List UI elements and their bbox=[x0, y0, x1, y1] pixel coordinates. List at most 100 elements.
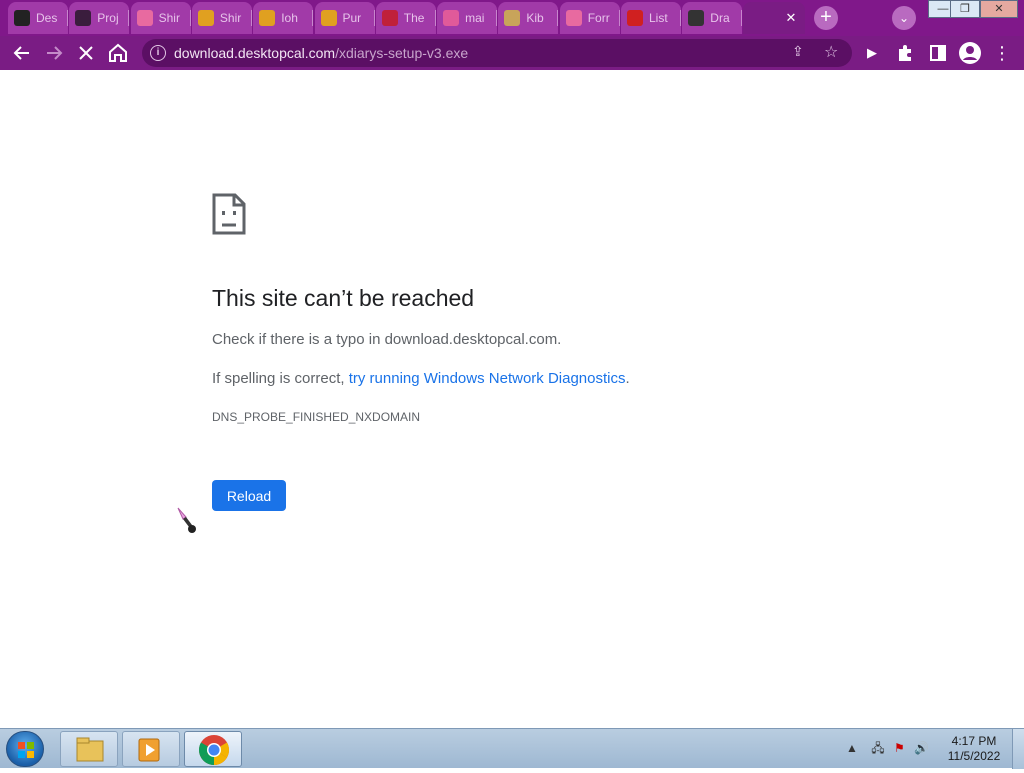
sad-page-icon bbox=[212, 193, 246, 235]
taskbar-chrome[interactable] bbox=[184, 731, 242, 767]
tab-separator bbox=[680, 10, 681, 26]
profile-avatar[interactable] bbox=[958, 41, 982, 65]
browser-tab[interactable]: List bbox=[621, 2, 681, 34]
chrome-icon bbox=[198, 735, 230, 765]
error-page: This site can’t be reached Check if ther… bbox=[0, 70, 1024, 728]
tab-separator bbox=[618, 10, 620, 26]
tab-separator bbox=[496, 10, 498, 26]
forward-arrow-icon bbox=[47, 46, 63, 60]
tab-title: Pur bbox=[342, 11, 362, 25]
reload-button[interactable]: Reload bbox=[212, 480, 286, 511]
puzzle-icon bbox=[899, 45, 911, 61]
suggestion-suffix: . bbox=[625, 370, 630, 387]
network-diagnostics-link[interactable]: try running Windows Network Diagnostics bbox=[349, 370, 626, 387]
network-icon[interactable]: 🖧 bbox=[871, 741, 884, 755]
rainbow-icon bbox=[565, 10, 582, 26]
character-icon bbox=[320, 10, 337, 26]
forward-button[interactable] bbox=[42, 41, 66, 65]
close-tab-icon[interactable]: ✕ bbox=[783, 10, 799, 26]
mario-icon bbox=[627, 10, 643, 26]
new-tab-button[interactable]: + bbox=[814, 6, 838, 30]
clock-date: 11/5/2022 bbox=[947, 749, 1001, 763]
tab-separator bbox=[557, 10, 559, 26]
tab-separator bbox=[312, 10, 314, 26]
url-text[interactable]: download.desktopcal.com/xdiarys-setup-v3… bbox=[174, 45, 468, 61]
browser-tab[interactable]: Des bbox=[8, 2, 68, 34]
tab-title: Shir bbox=[158, 11, 180, 25]
browser-tab[interactable]: Kib bbox=[498, 2, 559, 34]
browser-tab[interactable]: The bbox=[375, 2, 436, 34]
close-window-button[interactable]: ✕ bbox=[980, 0, 1018, 18]
extension-play-icon[interactable]: ▶ bbox=[860, 41, 884, 65]
bookmark-star-icon[interactable]: ☆ bbox=[824, 42, 838, 62]
gold-icon bbox=[504, 10, 521, 26]
browser-tab[interactable]: Proj bbox=[69, 2, 130, 34]
character-icon bbox=[197, 10, 214, 26]
tab-strip: Des Proj Shir Shir Ioh Pur The mai Kib Forr List Dr… bbox=[0, 0, 1024, 36]
browser-tab[interactable]: Shir bbox=[191, 2, 252, 34]
browser-tab[interactable]: mai bbox=[437, 2, 498, 34]
profile-icon bbox=[959, 42, 981, 64]
clock-time: 4:17 PM bbox=[951, 734, 997, 748]
taskbar-file-explorer[interactable] bbox=[60, 731, 118, 767]
home-button[interactable] bbox=[106, 41, 130, 65]
windows-taskbar: ▲ 🖧 ⚑ 🔊 4:17 PM 11/5/2022 bbox=[0, 728, 1024, 769]
extensions-puzzle-icon[interactable] bbox=[894, 41, 918, 65]
clock[interactable]: 4:17 PM 11/5/2022 bbox=[946, 734, 1002, 764]
character-icon bbox=[259, 10, 276, 26]
tab-title: Ioh bbox=[281, 11, 298, 25]
browser-toolbar: i download.desktopcal.com/xdiarys-setup-… bbox=[0, 36, 1024, 70]
browser-tab[interactable]: Forr bbox=[559, 2, 620, 34]
action-center-icon[interactable]: ⚑ bbox=[894, 741, 905, 755]
tab-title: Kib bbox=[526, 11, 544, 25]
tab-separator bbox=[189, 10, 191, 26]
stop-loading-button[interactable] bbox=[74, 41, 98, 65]
site-info-icon[interactable]: i bbox=[150, 45, 166, 61]
tab-title: The bbox=[403, 11, 425, 25]
error-title: This site can’t be reached bbox=[212, 285, 475, 311]
tab-separator bbox=[250, 10, 252, 26]
back-button[interactable] bbox=[10, 41, 34, 65]
url-host: download.desktopcal.com bbox=[174, 45, 336, 61]
suggestion-prefix: If spelling is correct, bbox=[212, 370, 349, 387]
stop-icon bbox=[79, 46, 93, 60]
back-arrow-icon bbox=[13, 46, 29, 60]
media-player-icon bbox=[138, 738, 160, 762]
active-tab[interactable]: ✕ bbox=[743, 2, 805, 34]
tab-separator bbox=[434, 10, 436, 26]
tab-title: Forr bbox=[587, 11, 610, 25]
tab-title: Proj bbox=[97, 11, 119, 25]
taskbar-media-player[interactable] bbox=[122, 731, 180, 767]
tab-title: mai bbox=[465, 11, 485, 25]
power-icon bbox=[688, 10, 705, 26]
browser-tab[interactable]: Dra bbox=[682, 2, 743, 34]
restore-button[interactable]: ❐ bbox=[950, 0, 980, 18]
rainbow-icon bbox=[136, 10, 153, 26]
tray-expand-icon[interactable]: ▲ bbox=[846, 741, 858, 755]
tab-title: Shir bbox=[219, 11, 242, 25]
show-desktop-button[interactable] bbox=[1012, 729, 1024, 769]
dark-app-icon bbox=[75, 10, 92, 26]
browser-tab[interactable]: Shir bbox=[130, 2, 191, 34]
tab-title: Dra bbox=[710, 11, 730, 25]
address-bar[interactable]: i download.desktopcal.com/xdiarys-setup-… bbox=[142, 39, 852, 67]
browser-menu-button[interactable]: ⋮ bbox=[990, 41, 1014, 65]
file-explorer-icon bbox=[76, 737, 104, 762]
start-button[interactable] bbox=[6, 731, 44, 767]
share-icon[interactable]: ⇪ bbox=[792, 43, 804, 60]
side-panel-button[interactable] bbox=[926, 41, 950, 65]
error-suggestion: If spelling is correct, try running Wind… bbox=[212, 370, 630, 387]
url-path: /xdiarys-setup-v3.exe bbox=[335, 45, 469, 61]
browser-tab[interactable]: Ioh bbox=[253, 2, 314, 34]
browser-tab[interactable]: Pur bbox=[314, 2, 375, 34]
tab-separator bbox=[128, 10, 130, 26]
tab-separator bbox=[67, 10, 68, 26]
volume-icon[interactable]: 🔊 bbox=[914, 741, 929, 755]
tab-title: Des bbox=[36, 11, 58, 25]
tab-search-button[interactable]: ⌄ bbox=[892, 6, 916, 30]
windows-logo-icon bbox=[18, 742, 34, 758]
error-hint: Check if there is a typo in download.des… bbox=[212, 331, 562, 348]
home-icon bbox=[109, 43, 127, 62]
system-tray: ▲ 🖧 ⚑ 🔊 bbox=[846, 739, 929, 760]
sp-logo-icon bbox=[443, 10, 460, 26]
